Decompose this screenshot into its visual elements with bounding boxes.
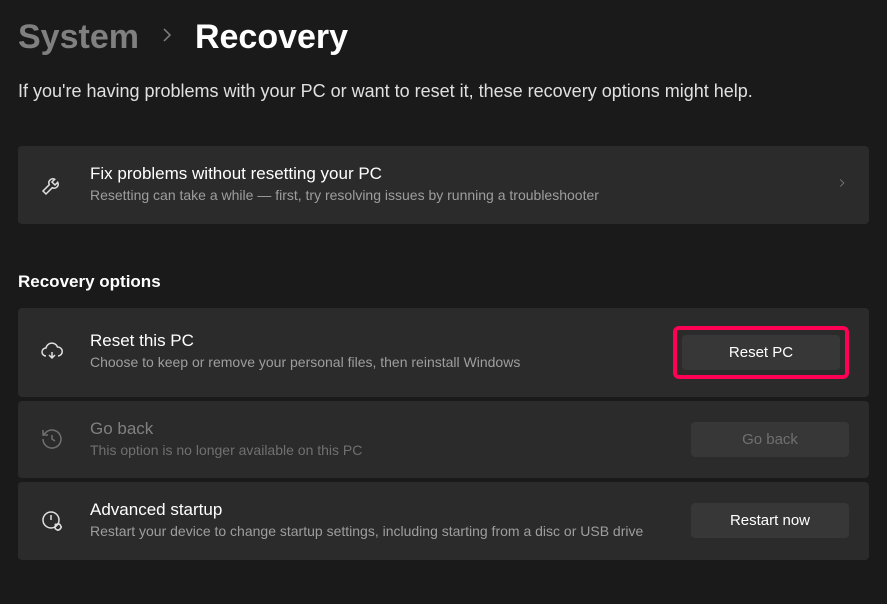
wrench-icon [38,171,66,199]
highlight-annotation: Reset PC [673,326,849,379]
restart-now-button[interactable]: Restart now [691,503,849,538]
breadcrumb-current: Recovery [195,18,348,57]
history-icon [38,425,66,453]
breadcrumb: System Recovery [18,18,869,57]
reset-pc-subtitle: Choose to keep or remove your personal f… [90,353,649,373]
chevron-right-icon [835,176,849,193]
reset-pc-title: Reset this PC [90,331,649,351]
go-back-button: Go back [691,422,849,457]
advanced-startup-subtitle: Restart your device to change startup se… [90,522,667,542]
advanced-startup-card: Advanced startup Restart your device to … [18,482,869,560]
page-description: If you're having problems with your PC o… [18,81,869,102]
go-back-card: Go back This option is no longer availab… [18,401,869,479]
fix-problems-card[interactable]: Fix problems without resetting your PC R… [18,146,869,224]
fix-problems-title: Fix problems without resetting your PC [90,164,811,184]
go-back-subtitle: This option is no longer available on th… [90,441,667,461]
breadcrumb-parent[interactable]: System [18,18,139,57]
power-gear-icon [38,507,66,535]
fix-problems-subtitle: Resetting can take a while — first, try … [90,186,811,206]
go-back-title: Go back [90,419,667,439]
reset-pc-card: Reset this PC Choose to keep or remove y… [18,308,869,397]
reset-pc-button[interactable]: Reset PC [682,335,840,370]
chevron-right-icon [155,23,179,52]
recovery-options-header: Recovery options [18,272,869,292]
cloud-reset-icon [38,338,66,366]
advanced-startup-title: Advanced startup [90,500,667,520]
